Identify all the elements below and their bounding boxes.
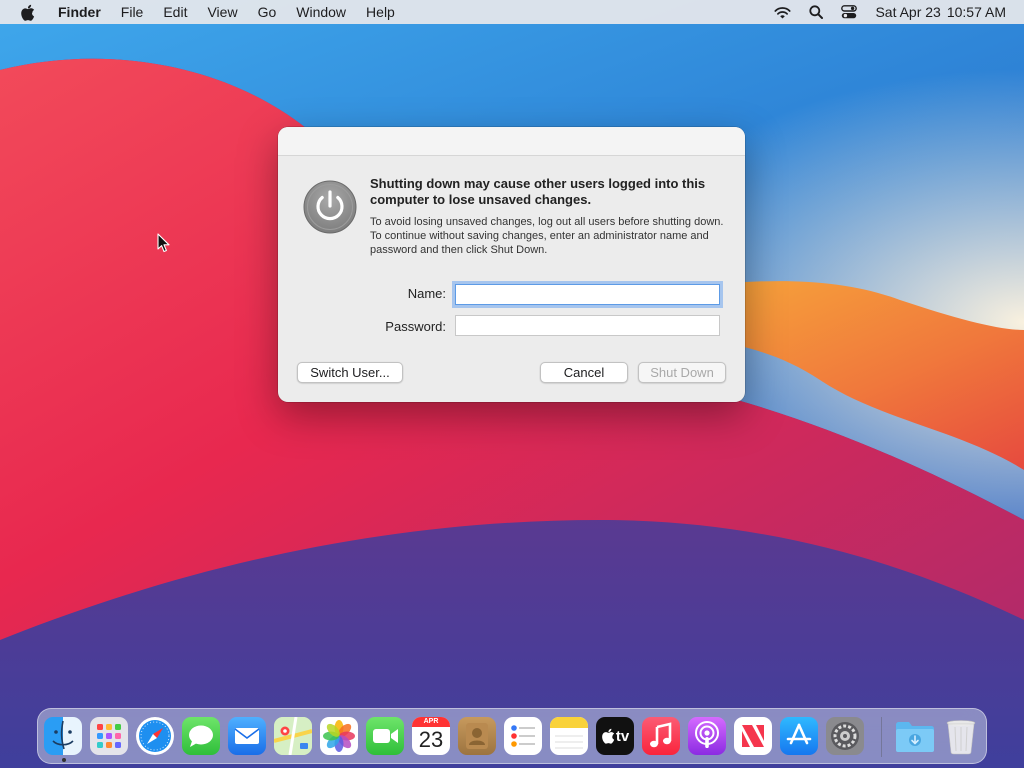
photos-icon[interactable] <box>320 717 358 755</box>
menu-view[interactable]: View <box>207 4 237 20</box>
finder-running-indicator <box>62 758 66 762</box>
menu-time: 10:57 AM <box>946 4 1006 20</box>
calendar-icon[interactable]: APR 23 <box>412 717 450 755</box>
dock: APR 23 tv <box>37 708 987 764</box>
search-icon[interactable] <box>809 5 824 19</box>
maps-icon[interactable] <box>274 717 312 755</box>
power-icon <box>303 180 357 234</box>
menu-file[interactable]: File <box>121 4 144 20</box>
calendar-day: 23 <box>418 727 444 752</box>
music-icon[interactable] <box>642 717 680 755</box>
menu-go[interactable]: Go <box>258 4 277 20</box>
menu-clock[interactable]: Sat Apr 23 10:57 AM <box>875 4 1006 20</box>
control-center-icon[interactable] <box>841 5 858 19</box>
menu-app-name[interactable]: Finder <box>58 4 101 20</box>
system-preferences-icon[interactable] <box>826 717 864 755</box>
dialog-title: Shutting down may cause other users logg… <box>370 176 706 207</box>
dock-separator <box>881 717 882 757</box>
safari-icon[interactable] <box>136 717 174 755</box>
news-icon[interactable] <box>734 717 772 755</box>
contacts-icon[interactable] <box>458 717 496 755</box>
dialog-titlebar[interactable] <box>278 127 745 156</box>
reminders-icon[interactable] <box>504 717 542 755</box>
password-label: Password: <box>385 319 446 334</box>
mouse-cursor-icon <box>157 233 171 253</box>
mail-icon[interactable] <box>228 717 266 755</box>
menu-bar: Finder File Edit View Go Window Help Sat… <box>0 0 1024 24</box>
name-input[interactable] <box>455 284 720 305</box>
menu-window[interactable]: Window <box>296 4 346 20</box>
launchpad-icon[interactable] <box>90 717 128 755</box>
calendar-month: APR <box>412 717 450 727</box>
password-input[interactable] <box>455 315 720 336</box>
trash-icon[interactable] <box>942 717 980 755</box>
shut-down-button[interactable]: Shut Down <box>638 362 726 383</box>
shutdown-dialog: Shutting down may cause other users logg… <box>278 127 745 402</box>
finder-icon[interactable] <box>44 717 82 755</box>
app-store-icon[interactable] <box>780 717 818 755</box>
wifi-icon[interactable] <box>774 6 792 19</box>
apple-logo-icon[interactable] <box>20 4 38 21</box>
cancel-button[interactable]: Cancel <box>540 362 628 383</box>
messages-icon[interactable] <box>182 717 220 755</box>
dialog-message: To avoid losing unsaved changes, log out… <box>370 216 724 256</box>
facetime-icon[interactable] <box>366 717 404 755</box>
tv-label: tv <box>615 727 630 745</box>
downloads-folder-icon[interactable] <box>894 717 936 755</box>
menu-help[interactable]: Help <box>366 4 395 20</box>
tv-icon[interactable]: tv <box>596 717 634 755</box>
menu-edit[interactable]: Edit <box>163 4 187 20</box>
name-label: Name: <box>407 286 446 301</box>
menu-date: Sat Apr 23 <box>875 4 941 20</box>
switch-user-button[interactable]: Switch User... <box>297 362 403 383</box>
notes-icon[interactable] <box>550 717 588 755</box>
podcasts-icon[interactable] <box>688 717 726 755</box>
